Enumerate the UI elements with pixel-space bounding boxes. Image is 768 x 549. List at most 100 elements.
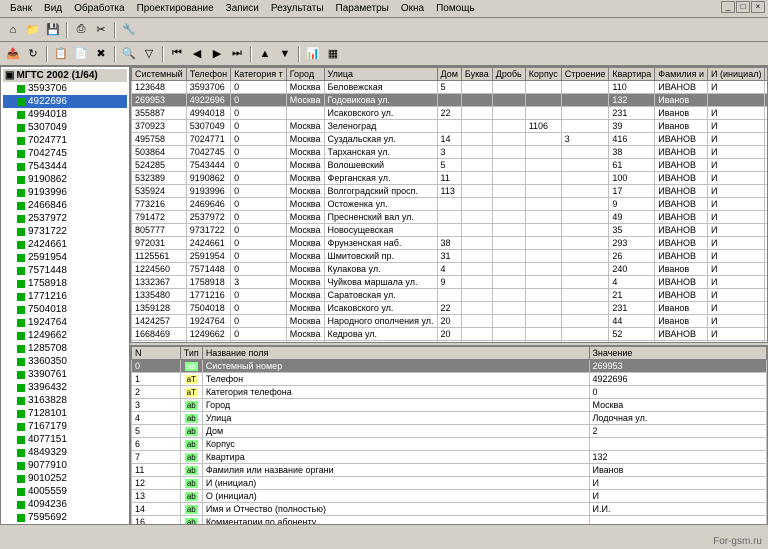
menu-записи[interactable]: Записи <box>220 1 265 16</box>
detail-row[interactable]: 6abКорпус <box>132 438 767 451</box>
menu-помощь[interactable]: Помощь <box>430 1 481 16</box>
tree-item[interactable]: 7167179 <box>3 420 127 433</box>
tree-item[interactable]: 4849329 <box>3 446 127 459</box>
tree-item[interactable]: 4094236 <box>3 498 127 511</box>
tree-item[interactable]: 1924764 <box>3 316 127 329</box>
prev-icon[interactable]: ◀ <box>188 45 206 63</box>
detail-row[interactable]: 0abСистемный номер269953 <box>132 360 767 373</box>
tree-item[interactable]: 9010252 <box>3 472 127 485</box>
detail-column-header[interactable]: Название поля <box>202 347 589 360</box>
tree-item[interactable]: 4077151 <box>3 433 127 446</box>
menu-обработка[interactable]: Обработка <box>68 1 130 16</box>
detail-grid[interactable]: NТипНазвание поляЗначение 0abСистемный н… <box>130 345 768 525</box>
detail-column-header[interactable]: Тип <box>180 347 202 360</box>
detail-row[interactable]: 1aTТелефон4922696 <box>132 373 767 386</box>
table-row[interactable]: 49575870247710МоскваСуздальская ул.14341… <box>132 133 768 146</box>
tree-item[interactable]: 4005559 <box>3 485 127 498</box>
detail-row[interactable]: 13abО (инициал)И <box>132 490 767 503</box>
table-row[interactable]: 37092353070490МоскваЗеленоград110639Иван… <box>132 120 768 133</box>
tree-item[interactable]: 2537972 <box>3 212 127 225</box>
tree-item[interactable]: 2424661 <box>3 238 127 251</box>
tree-item[interactable]: 3593706 <box>3 82 127 95</box>
last-icon[interactable]: ⏭ <box>228 45 246 63</box>
detail-column-header[interactable]: Значение <box>589 347 767 360</box>
column-header[interactable]: Квартира <box>609 68 655 81</box>
tree-item[interactable]: 1285708 <box>3 342 127 355</box>
table-row[interactable]: 50386470427450МоскваТарханская ул.338ИВА… <box>132 146 768 159</box>
refresh-icon[interactable]: ↻ <box>24 45 42 63</box>
close-button[interactable]: × <box>751 1 765 13</box>
tree-item[interactable]: 7543444 <box>3 160 127 173</box>
tree-item[interactable]: 7504018 <box>3 303 127 316</box>
tree-sidebar[interactable]: ▣ МГТС 2002 (1/64) 359370649226964994018… <box>0 66 130 525</box>
column-header[interactable]: Дробь <box>492 68 525 81</box>
table-row[interactable]: 122456075714480МоскваКулакова ул.4240Ива… <box>132 263 768 276</box>
menu-окна[interactable]: Окна <box>395 1 430 16</box>
first-icon[interactable]: ⏮ <box>168 45 186 63</box>
menu-вид[interactable]: Вид <box>38 1 68 16</box>
table-row[interactable]: 169972012857080МоскваПрофсоюзная ул.2974… <box>132 341 768 344</box>
detail-row[interactable]: 4abУлицаЛодочная ул. <box>132 412 767 425</box>
column-header[interactable]: Системный <box>132 68 187 81</box>
detail-row[interactable]: 12abИ (инициал)И <box>132 477 767 490</box>
main-grid[interactable]: СистемныйТелефонКатегория тГородУлицаДом… <box>130 66 768 343</box>
tree-item[interactable]: 7128101 <box>3 407 127 420</box>
table-row[interactable]: 133236717589183МоскваЧуйкова маршала ул.… <box>132 276 768 289</box>
table-row[interactable]: 26995349226960МоскваГодовикова ул.132Ива… <box>132 94 768 107</box>
menu-банк[interactable]: Банк <box>4 1 38 16</box>
table-row[interactable]: 53238991908620МоскваФерганская ул.11100И… <box>132 172 768 185</box>
tree-root-label[interactable]: ▣ МГТС 2002 (1/64) <box>3 69 127 82</box>
cut-icon[interactable]: ✂ <box>92 21 110 39</box>
tree-item[interactable]: 3390761 <box>3 368 127 381</box>
tree-item[interactable]: 1771216 <box>3 290 127 303</box>
export-icon[interactable]: 📤 <box>4 45 22 63</box>
column-header[interactable]: Категория т <box>231 68 287 81</box>
detail-row[interactable]: 3abГородМосква <box>132 399 767 412</box>
tree-item[interactable]: 1249662 <box>3 329 127 342</box>
maximize-button[interactable]: □ <box>736 1 750 13</box>
menu-параметры[interactable]: Параметры <box>330 1 395 16</box>
table-row[interactable]: 80577797317220МоскваНовосущевская35ИВАНО… <box>132 224 768 237</box>
sort-asc-icon[interactable]: ▲ <box>256 45 274 63</box>
detail-row[interactable]: 14abИмя и Отчество (полностью)И.И. <box>132 503 767 516</box>
home-icon[interactable]: ⌂ <box>4 21 22 39</box>
tree-item[interactable]: 4922696 <box>3 95 127 108</box>
copy-icon[interactable]: 📋 <box>52 45 70 63</box>
folder-icon[interactable]: 📁 <box>24 21 42 39</box>
column-header[interactable]: Буква <box>461 68 492 81</box>
save-icon[interactable]: 💾 <box>44 21 62 39</box>
column-header[interactable]: И (инициал) <box>708 68 765 81</box>
menu-результаты[interactable]: Результаты <box>265 1 330 16</box>
tree-item[interactable]: 7042745 <box>3 147 127 160</box>
table-row[interactable]: 97203124246610МоскваФрунзенская наб.3829… <box>132 237 768 250</box>
column-header[interactable]: Телефон <box>186 68 230 81</box>
table-row[interactable]: 52428575434440МоскваВолошевский561ИВАНОВ… <box>132 159 768 172</box>
tree-item[interactable]: 9190862 <box>3 173 127 186</box>
grid-icon[interactable]: ▦ <box>324 45 342 63</box>
column-header[interactable]: Фамилия и <box>655 68 708 81</box>
detail-row[interactable]: 11abФамилия или название органиИванов <box>132 464 767 477</box>
minimize-button[interactable]: _ <box>721 1 735 13</box>
tree-item[interactable]: 9193996 <box>3 186 127 199</box>
detail-row[interactable]: 7abКвартира132 <box>132 451 767 464</box>
chart-icon[interactable]: 📊 <box>304 45 322 63</box>
paste-icon[interactable]: 📄 <box>72 45 90 63</box>
column-header[interactable]: Город <box>286 68 324 81</box>
table-row[interactable]: 142425719247640МоскваНародного ополчения… <box>132 315 768 328</box>
tree-item[interactable]: 3396432 <box>3 381 127 394</box>
detail-column-header[interactable]: N <box>132 347 181 360</box>
tree-item[interactable]: 4994018 <box>3 108 127 121</box>
table-row[interactable]: 53592491939960МоскваВолгоградский просп.… <box>132 185 768 198</box>
menu-проектирование[interactable]: Проектирование <box>131 1 220 16</box>
tree-item[interactable]: 5307049 <box>3 121 127 134</box>
search-icon[interactable]: 🔍 <box>120 45 138 63</box>
detail-row[interactable]: 5abДом2 <box>132 425 767 438</box>
table-row[interactable]: 166846912496620МоскваКедрова ул.2052ИВАН… <box>132 328 768 341</box>
tree-item[interactable]: 2591954 <box>3 251 127 264</box>
tree-item[interactable]: 7595692 <box>3 511 127 524</box>
table-row[interactable]: 135912875040180МоскваИсаковского ул.2223… <box>132 302 768 315</box>
table-row[interactable]: 35588749940180Исаковского ул.22231Иванов… <box>132 107 768 120</box>
table-row[interactable]: 133548017712160МоскваСаратовская ул.21ИВ… <box>132 289 768 302</box>
tree-item[interactable]: 9077910 <box>3 459 127 472</box>
sort-desc-icon[interactable]: ▼ <box>276 45 294 63</box>
